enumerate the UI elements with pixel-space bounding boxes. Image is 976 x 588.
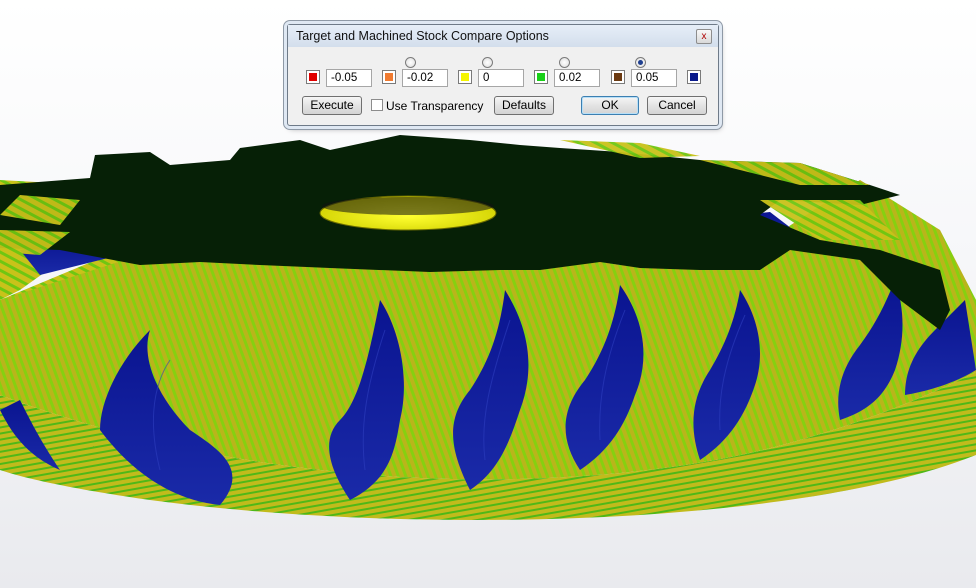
dialog-title: Target and Machined Stock Compare Option… (296, 29, 549, 43)
tolerance-row: -0.05 -0.02 0 0.02 0.05 (300, 69, 710, 89)
ok-button[interactable]: OK (581, 96, 639, 115)
close-icon: x (701, 31, 707, 42)
dialog-titlebar[interactable]: Target and Machined Stock Compare Option… (288, 25, 718, 47)
use-transparency-checkbox[interactable] (371, 99, 383, 111)
color-swatch-4[interactable] (534, 70, 548, 84)
color-swatch-6[interactable] (687, 70, 701, 84)
compare-options-dialog: Target and Machined Stock Compare Option… (287, 24, 719, 126)
color-swatch-fill (614, 73, 622, 81)
tolerance-field-3[interactable]: 0 (478, 69, 524, 87)
use-transparency-label: Use Transparency (386, 99, 484, 113)
color-swatch-fill (385, 73, 393, 81)
tolerance-radio-4[interactable] (635, 57, 646, 68)
color-swatch-fill (309, 73, 317, 81)
cancel-button[interactable]: Cancel (647, 96, 707, 115)
tolerance-field-4[interactable]: 0.02 (554, 69, 600, 87)
color-swatch-fill (690, 73, 698, 81)
tolerance-field-1[interactable]: -0.05 (326, 69, 372, 87)
color-swatch-fill (537, 73, 545, 81)
color-swatch-1[interactable] (306, 70, 320, 84)
color-swatch-3[interactable] (458, 70, 472, 84)
tolerance-radio-2[interactable] (482, 57, 493, 68)
defaults-button[interactable]: Defaults (494, 96, 554, 115)
color-swatch-fill (461, 73, 469, 81)
color-swatch-5[interactable] (611, 70, 625, 84)
tolerance-field-2[interactable]: -0.02 (402, 69, 448, 87)
tolerance-radio-3[interactable] (559, 57, 570, 68)
execute-button[interactable]: Execute (302, 96, 362, 115)
color-swatch-2[interactable] (382, 70, 396, 84)
tolerance-radio-1[interactable] (405, 57, 416, 68)
tolerance-field-5[interactable]: 0.05 (631, 69, 677, 87)
close-button[interactable]: x (696, 29, 712, 44)
